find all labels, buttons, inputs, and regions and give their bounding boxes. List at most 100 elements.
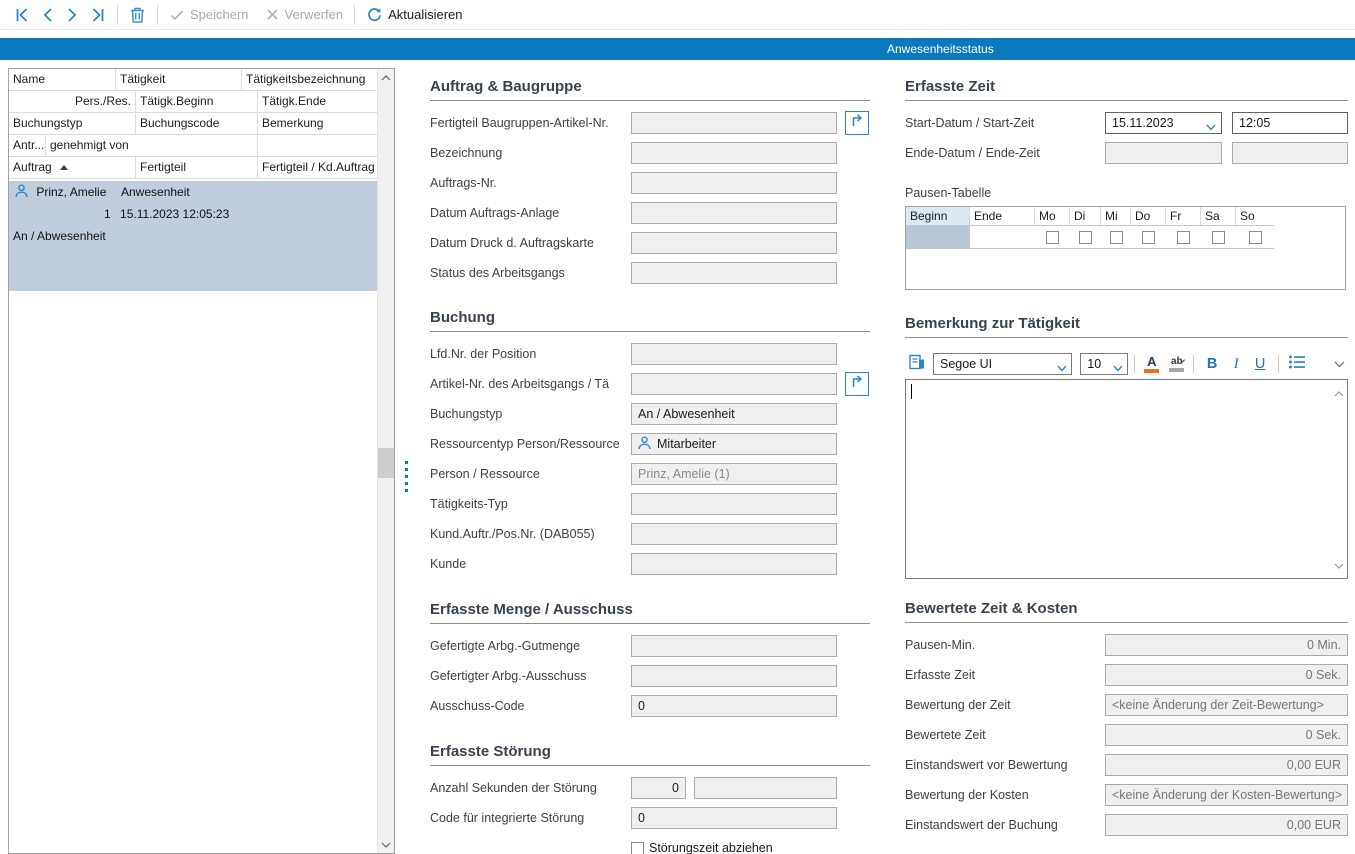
previous-record-button[interactable] xyxy=(36,3,60,27)
pausen-beginn-cell[interactable] xyxy=(906,226,970,248)
bold-button[interactable]: B xyxy=(1200,353,1224,375)
field-datum-druck-auftragskarte: Datum Druck d. Auftragskarte xyxy=(430,232,870,254)
text-caret xyxy=(911,384,912,399)
column-header-taetigkeitsbezeichnung[interactable]: Tätigkeitsbezeichnung xyxy=(242,69,377,91)
field-bewertete-zeit: Bewertete Zeit 0 Sek. xyxy=(905,724,1348,746)
start-datum-dropdown[interactable]: 15.11.2023 xyxy=(1105,112,1222,134)
tab-titlebar[interactable]: Anwesenheitsstatus xyxy=(0,38,1355,60)
selected-record-row[interactable]: Prinz, Amelie Anwesenheit 1 15.11.2023 1… xyxy=(9,181,377,291)
trash-icon xyxy=(129,6,146,24)
last-record-icon xyxy=(88,6,106,24)
jump-to-arbeitsgang-button[interactable] xyxy=(845,372,869,396)
refresh-button[interactable]: Aktualisieren xyxy=(362,3,466,27)
pausen-ende-cell[interactable] xyxy=(970,226,1035,248)
start-zeit-input[interactable]: 12:05 xyxy=(1232,112,1348,134)
stoerungszeit-abziehen-checkbox[interactable] xyxy=(631,842,644,854)
jump-arrow-icon xyxy=(850,375,864,394)
pausen-col-mo[interactable]: Mo xyxy=(1035,207,1070,225)
checkbox-mo[interactable] xyxy=(1046,231,1059,244)
font-size-select[interactable]: 10 xyxy=(1080,353,1128,375)
font-family-select[interactable]: Segoe UI xyxy=(933,353,1072,375)
grid-vertical-scrollbar[interactable] xyxy=(377,69,394,853)
field-gefertigter-ausschuss: Gefertigter Arbg.-Ausschuss xyxy=(430,665,870,687)
column-header-buchungscode[interactable]: Buchungscode xyxy=(136,113,258,135)
field-kund-auftr-pos-nr: Kund.Auftr./Pos.Nr. (DAB055) xyxy=(430,523,870,545)
column-header-fertigteil-kd-auftrag[interactable]: Fertigteil / Kd.Auftrag xyxy=(258,157,377,179)
column-header-taetigk-ende[interactable]: Tätigk.Ende xyxy=(258,91,377,113)
bullet-list-button[interactable] xyxy=(1285,353,1309,375)
underline-icon: U xyxy=(1251,356,1269,372)
field-stoerungszeit-abziehen: Störungszeit abziehen xyxy=(631,841,870,854)
column-header-taetigk-beginn[interactable]: Tätigk.Beginn xyxy=(136,91,258,113)
auftrags-nr-input xyxy=(631,172,837,194)
bewertung-der-zeit-input: <keine Änderung der Zeit-Bewertung> xyxy=(1105,694,1348,716)
field-erfasste-zeit: Erfasste Zeit 0 Sek. xyxy=(905,664,1348,686)
pausen-col-ende[interactable]: Ende xyxy=(970,207,1035,225)
bullet-list-icon xyxy=(1288,354,1306,375)
column-header-antrag[interactable]: Antr... xyxy=(9,135,46,157)
fertigteil-baugruppen-artikel-nr-input xyxy=(631,112,837,134)
underline-button[interactable]: U xyxy=(1248,353,1272,375)
save-button[interactable]: Speichern xyxy=(165,3,253,27)
pausen-col-do[interactable]: Do xyxy=(1131,207,1166,225)
checkbox-di[interactable] xyxy=(1079,231,1092,244)
italic-button[interactable]: I xyxy=(1224,353,1248,375)
section-title: Erfasste Zeit xyxy=(905,78,1348,101)
pausen-col-sa[interactable]: Sa xyxy=(1201,207,1236,225)
checkbox-mi[interactable] xyxy=(1110,231,1123,244)
column-header-name[interactable]: Name xyxy=(9,69,116,91)
first-record-icon xyxy=(14,6,32,24)
column-header-genehmigt-von[interactable]: genehmigt von xyxy=(46,135,258,157)
field-person-ressource: Person / Ressource Prinz, Amelie (1) xyxy=(430,463,870,485)
column-header-auftrag[interactable]: Auftrag xyxy=(9,157,136,179)
text-template-button[interactable] xyxy=(905,353,929,375)
next-record-button[interactable] xyxy=(60,3,84,27)
toolbar-more-button[interactable] xyxy=(1331,353,1348,375)
pausen-table-row[interactable] xyxy=(906,226,1274,249)
next-record-icon xyxy=(64,6,80,24)
checkbox-sa[interactable] xyxy=(1212,231,1225,244)
jump-to-artikel-button[interactable] xyxy=(845,111,869,135)
font-color-button[interactable]: A xyxy=(1141,353,1162,375)
checkbox-fr[interactable] xyxy=(1177,231,1190,244)
person-ressource-input: Prinz, Amelie (1) xyxy=(631,463,837,485)
first-record-button[interactable] xyxy=(10,3,36,27)
form-column-middle: Auftrag & Baugruppe Fertigteil Baugruppe… xyxy=(430,68,870,854)
column-header-pers-res[interactable]: Pers./Res. xyxy=(9,91,136,113)
record-name: Prinz, Amelie xyxy=(36,185,106,199)
field-fertigteil-baugruppen-artikel-nr: Fertigteil Baugruppen-Artikel-Nr. xyxy=(430,112,870,134)
toolbar-separator xyxy=(1193,355,1194,373)
record-line-1: Prinz, Amelie Anwesenheit xyxy=(15,181,106,203)
column-header-fertigteil[interactable]: Fertigteil xyxy=(136,157,258,179)
checkbox-label: Störungszeit abziehen xyxy=(649,841,773,854)
kund-auftr-pos-nr-input xyxy=(631,523,837,545)
toolbar-separator xyxy=(354,5,355,25)
highlight-color-button[interactable]: ab̷ xyxy=(1166,353,1187,375)
pausen-col-di[interactable]: Di xyxy=(1070,207,1101,225)
column-header-taetigkeit[interactable]: Tätigkeit xyxy=(116,69,242,91)
record-beginn: 15.11.2023 12:05:23 xyxy=(120,207,229,221)
delete-button[interactable] xyxy=(125,3,150,27)
checkbox-do[interactable] xyxy=(1142,231,1155,244)
anzahl-sekunden-input: 0 xyxy=(631,777,686,799)
column-header-buchungstyp[interactable]: Buchungstyp xyxy=(9,113,136,135)
scroll-down-icon[interactable] xyxy=(1334,556,1344,574)
pausen-col-mi[interactable]: Mi xyxy=(1101,207,1131,225)
pausen-col-fr[interactable]: Fr xyxy=(1166,207,1201,225)
checkbox-so[interactable] xyxy=(1249,231,1262,244)
last-record-button[interactable] xyxy=(84,3,110,27)
bezeichnung-input xyxy=(631,142,837,164)
field-gefertigte-gutmenge: Gefertigte Arbg.-Gutmenge xyxy=(430,635,870,657)
panel-splitter-handle[interactable] xyxy=(405,461,409,496)
pausen-col-beginn[interactable]: Beginn xyxy=(906,207,970,225)
scroll-up-icon[interactable] xyxy=(1334,384,1344,402)
scrollbar-up-icon[interactable] xyxy=(378,69,394,86)
pausen-col-so[interactable]: So xyxy=(1236,207,1274,225)
bemerkung-textarea[interactable] xyxy=(905,379,1348,579)
einstandswert-vor-bewertung-input: 0,00 EUR xyxy=(1105,754,1348,776)
column-header-bemerkung[interactable]: Bemerkung xyxy=(258,113,377,135)
scrollbar-thumb[interactable] xyxy=(378,448,394,478)
scrollbar-down-icon[interactable] xyxy=(378,836,394,853)
field-anzahl-sekunden-stoerung: Anzahl Sekunden der Störung 0 xyxy=(430,777,870,799)
discard-button[interactable]: Verwerfen xyxy=(261,3,348,27)
